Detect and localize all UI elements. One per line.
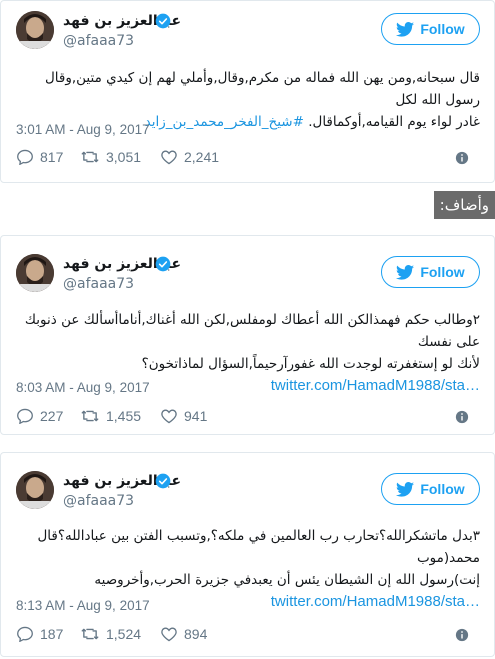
info-icon[interactable] bbox=[455, 151, 469, 165]
reply-count: 817 bbox=[40, 149, 64, 165]
tweet-header: عبدالعزيز بن فهد @afaaa73 Follow bbox=[1, 254, 494, 302]
hashtag-link[interactable]: #شيخ_الفخر_محمد_بن_زايد bbox=[145, 114, 304, 130]
retweet-button[interactable]: 1,455 bbox=[80, 408, 141, 424]
tweet-text-line: لأنك لو إستغفرته لوجدت الله غفورآرحيماً,… bbox=[141, 356, 480, 372]
reply-button[interactable]: 817 bbox=[16, 149, 63, 165]
tweet-text-line: قال سبحانه,ومن يهن الله فماله من مكرم,وق… bbox=[44, 70, 480, 108]
retweet-icon bbox=[81, 628, 99, 640]
heart-icon bbox=[161, 150, 177, 165]
retweet-button[interactable]: 1,524 bbox=[80, 626, 141, 642]
reply-count: 227 bbox=[40, 408, 64, 424]
reply-icon bbox=[17, 149, 33, 165]
twitter-bird-icon bbox=[396, 481, 415, 497]
reply-button[interactable]: 187 bbox=[16, 626, 63, 642]
like-count: 894 bbox=[184, 626, 208, 642]
tweet-card: عبدالعزيز بن فهد @afaaa73 Follow ٣بدل ما… bbox=[0, 452, 495, 657]
like-count: 941 bbox=[184, 408, 208, 424]
tweet-text-line: ٢وطالب حكم فهمذالكن الله أعطاك لومفلس,لك… bbox=[24, 312, 480, 350]
user-handle[interactable]: @afaaa73 bbox=[63, 276, 134, 292]
tweet-text-segment: غادر لواء يوم القيامه,أوكماقال. bbox=[303, 114, 480, 130]
retweet-button[interactable]: 3,051 bbox=[80, 149, 141, 165]
tweet-text-line: ٣بدل ماتشكرالله؟تحارب رب العالمين في ملك… bbox=[37, 528, 480, 566]
twitter-bird-icon bbox=[396, 21, 415, 37]
info-icon[interactable] bbox=[455, 628, 469, 642]
twitter-bird-icon bbox=[396, 264, 415, 280]
user-handle[interactable]: @afaaa73 bbox=[63, 33, 134, 49]
like-count: 2,241 bbox=[184, 149, 220, 165]
tweet-timestamp[interactable]: 8:13 AM - Aug 9, 2017 bbox=[16, 598, 150, 613]
tweet-card: عبدالعزيز بن فهد @afaaa73 Follow ٢وطالب … bbox=[0, 235, 495, 435]
avatar[interactable] bbox=[16, 471, 54, 509]
verified-icon bbox=[155, 13, 171, 29]
like-button[interactable]: 2,241 bbox=[160, 149, 219, 165]
avatar[interactable] bbox=[16, 254, 54, 292]
tweet-actions: 187 1,524 894 bbox=[16, 626, 479, 646]
reply-count: 187 bbox=[40, 626, 64, 642]
reply-button[interactable]: 227 bbox=[16, 408, 63, 424]
retweet-icon bbox=[81, 151, 99, 163]
like-button[interactable]: 894 bbox=[160, 626, 207, 642]
tweet-header: عبدالعزيز بن فهد @afaaa73 Follow bbox=[1, 471, 494, 519]
verified-icon bbox=[155, 473, 171, 489]
reply-icon bbox=[17, 408, 33, 424]
reply-icon bbox=[17, 626, 33, 642]
retweet-icon bbox=[81, 410, 99, 422]
follow-button[interactable]: Follow bbox=[381, 473, 480, 505]
tweet-actions: 227 1,455 941 bbox=[16, 408, 479, 428]
follow-button[interactable]: Follow bbox=[381, 13, 480, 45]
tweet-header: عبدالعزيز بن فهد @afaaa73 Follow bbox=[1, 11, 494, 59]
retweet-count: 1,455 bbox=[106, 408, 142, 424]
like-button[interactable]: 941 bbox=[160, 408, 207, 424]
retweet-count: 1,524 bbox=[106, 626, 142, 642]
heart-icon bbox=[161, 627, 177, 642]
info-icon[interactable] bbox=[455, 410, 469, 424]
tweet-card: عبدالعزيز بن فهد @afaaa73 Follow قال سبح… bbox=[0, 0, 495, 183]
follow-button[interactable]: Follow bbox=[381, 256, 480, 288]
user-handle[interactable]: @afaaa73 bbox=[63, 493, 134, 509]
tweet-timestamp[interactable]: 8:03 AM - Aug 9, 2017 bbox=[16, 380, 150, 395]
added-label: وأضاف: bbox=[433, 191, 495, 219]
retweet-count: 3,051 bbox=[106, 149, 142, 165]
follow-label: Follow bbox=[420, 264, 465, 280]
follow-label: Follow bbox=[420, 481, 465, 497]
follow-label: Follow bbox=[420, 21, 465, 37]
tweet-actions: 817 3,051 2,241 bbox=[16, 149, 479, 169]
avatar[interactable] bbox=[16, 11, 54, 49]
tweet-text-line: إنت)رسول الله إن الشيطان يئس أن يعبدفي ج… bbox=[94, 572, 480, 588]
verified-icon bbox=[155, 256, 171, 272]
tweet-timestamp[interactable]: 3:01 AM - Aug 9, 2017 bbox=[16, 122, 150, 137]
heart-icon bbox=[161, 409, 177, 424]
